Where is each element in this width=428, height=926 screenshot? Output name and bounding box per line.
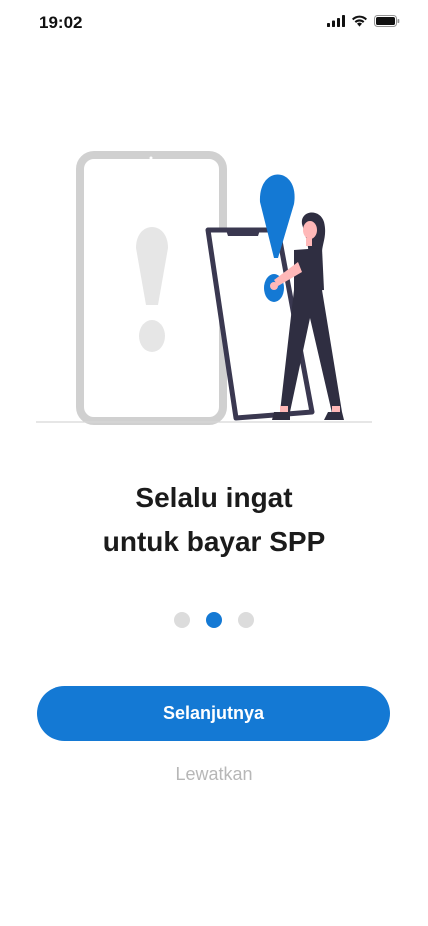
signal-icon <box>327 15 345 27</box>
status-icons <box>327 15 400 27</box>
headline-line-2: untuk bayar SPP <box>102 526 326 557</box>
page-indicator-dot-active[interactable] <box>206 612 222 628</box>
wifi-icon <box>352 15 367 27</box>
headline-line-1: Selalu ingat <box>135 482 293 513</box>
skip-link[interactable]: Lewatkan <box>0 764 428 785</box>
page-indicator-dot[interactable] <box>174 612 190 628</box>
page-indicator <box>0 612 428 628</box>
onboarding-headline: Selalu ingat untuk bayar SPP <box>0 476 428 564</box>
status-bar: 19:02 <box>0 0 428 46</box>
onboarding-illustration <box>36 151 372 425</box>
page-indicator-dot[interactable] <box>238 612 254 628</box>
tablet-illustration <box>76 151 227 425</box>
battery-icon <box>374 15 400 27</box>
next-button[interactable]: Selanjutnya <box>37 686 390 741</box>
status-time: 19:02 <box>39 13 83 32</box>
